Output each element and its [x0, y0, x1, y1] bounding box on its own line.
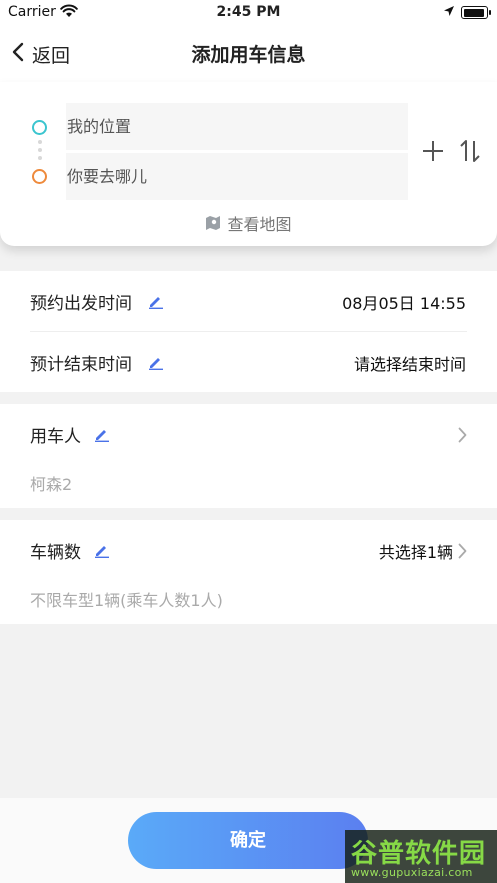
back-button[interactable]: 返回 [12, 40, 70, 68]
end-point-icon [32, 169, 47, 184]
battery-icon [461, 6, 491, 19]
page-title: 添加用车信息 [191, 44, 306, 66]
rider-section: 用车人 柯森2 [0, 404, 497, 508]
swap-route-button[interactable] [457, 138, 483, 164]
pencil-icon [94, 542, 110, 562]
rider-name: 柯森2 [30, 475, 73, 494]
vehicle-count-row[interactable]: 车辆数 共选择1辆 [0, 520, 497, 580]
vehicle-section: 车辆数 共选择1辆 不限车型1辆(乘车人数1人) [0, 520, 497, 624]
watermark-logo: 谷普软件园 www.gupuxiazai.com [345, 830, 497, 883]
nav-bar: 返回 添加用车信息 [0, 26, 497, 82]
end-time-label: 预计结束时间 [30, 355, 132, 375]
departure-time-value: 08月05日 14:55 [342, 294, 466, 313]
vehicle-count-value: 共选择1辆 [378, 543, 453, 562]
departure-time-label: 预约出发时间 [30, 294, 132, 314]
status-bar: Carrier 2:45 PM [0, 0, 497, 26]
pencil-icon [94, 426, 110, 446]
pencil-icon [148, 293, 164, 313]
chevron-left-icon [12, 42, 24, 66]
view-map-label: 查看地图 [227, 215, 292, 234]
back-label: 返回 [32, 44, 71, 67]
confirm-button[interactable]: 确定 [128, 812, 368, 869]
watermark-url: www.gupuxiazai.com [351, 866, 473, 879]
map-icon [206, 216, 221, 230]
departure-time-row[interactable]: 预约出发时间 08月05日 14:55 [0, 271, 497, 331]
end-time-value: 请选择结束时间 [353, 355, 466, 374]
chevron-right-icon [458, 543, 467, 563]
rider-row[interactable]: 用车人 [0, 404, 497, 464]
view-map-link[interactable]: 查看地图 [0, 211, 497, 235]
status-time: 2:45 PM [216, 4, 281, 20]
watermark-title: 谷普软件园 [351, 839, 487, 869]
rider-label: 用车人 [30, 427, 81, 447]
route-dot [38, 156, 42, 160]
plus-icon [423, 141, 443, 161]
origin-input[interactable]: 我的位置 [66, 103, 408, 150]
time-section: 预约出发时间 08月05日 14:55 预计结束时间 请选择结束时间 [0, 271, 497, 392]
route-card: 我的位置 你要去哪儿 查看地图 [0, 82, 497, 246]
route-dot [38, 148, 42, 152]
swap-icon [460, 140, 480, 162]
chevron-right-icon [458, 427, 467, 447]
add-stop-button[interactable] [420, 138, 446, 164]
route-dot [38, 140, 42, 144]
start-point-icon [32, 120, 47, 135]
end-time-row[interactable]: 预计结束时间 请选择结束时间 [0, 332, 497, 392]
destination-input[interactable]: 你要去哪儿 [66, 153, 408, 200]
vehicle-count-label: 车辆数 [30, 543, 81, 563]
pencil-icon [148, 354, 164, 374]
location-arrow-icon [443, 5, 455, 21]
vehicle-detail: 不限车型1辆(乘车人数1人) [30, 591, 223, 610]
